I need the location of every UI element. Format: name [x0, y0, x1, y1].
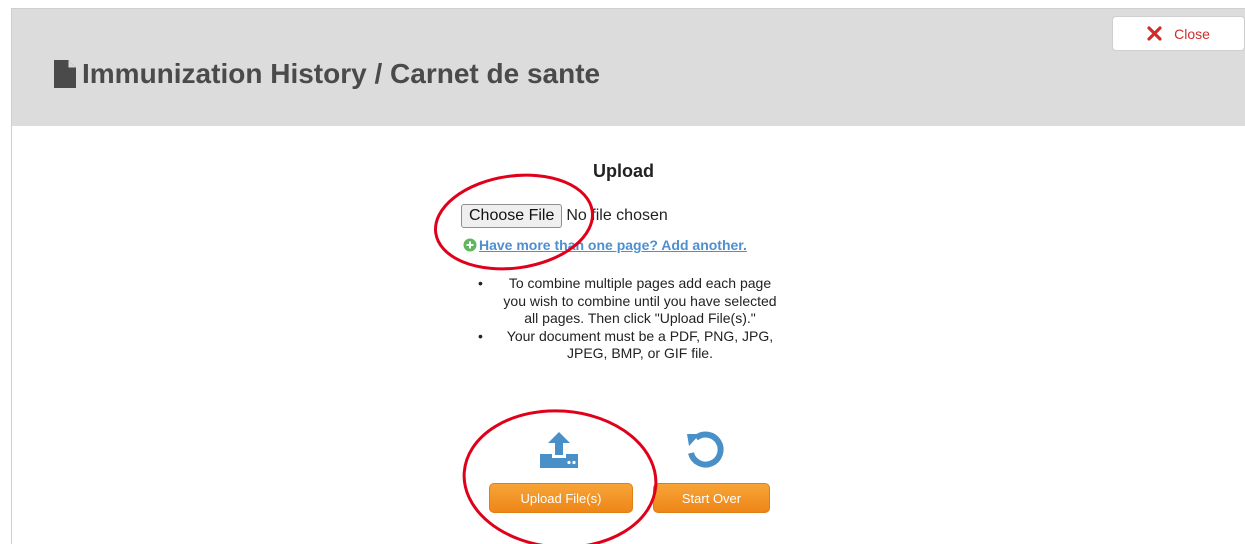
dialog-title: Immunization History / Carnet de sante — [54, 56, 600, 92]
file-input[interactable]: Choose File No file chosen — [461, 204, 668, 228]
plus-circle-icon — [463, 238, 477, 252]
immunization-dialog: Immunization History / Carnet de sante C… — [11, 8, 1245, 544]
dialog-title-text: Immunization History / Carnet de sante — [82, 58, 601, 89]
close-button[interactable]: Close — [1112, 16, 1245, 51]
close-label: Close — [1174, 25, 1210, 42]
instruction-item: To combine multiple pages add each page … — [462, 275, 782, 328]
document-icon — [54, 60, 76, 88]
file-status-text: No file chosen — [566, 207, 668, 224]
choose-file-button[interactable]: Choose File — [461, 204, 563, 228]
upload-icon[interactable] — [537, 428, 581, 472]
close-x-icon — [1147, 26, 1162, 41]
upload-instructions: To combine multiple pages add each page … — [462, 275, 782, 363]
start-over-button[interactable]: Start Over — [653, 483, 770, 513]
dialog-header: Immunization History / Carnet de sante C… — [12, 9, 1245, 126]
add-another-page-link[interactable]: Have more than one page? Add another. — [463, 237, 747, 253]
upload-heading: Upload — [593, 161, 654, 181]
upload-files-button[interactable]: Upload File(s) — [489, 483, 633, 513]
instruction-item: Your document must be a PDF, PNG, JPG, J… — [462, 328, 782, 363]
add-another-label: Have more than one page? Add another. — [479, 237, 747, 253]
restart-icon[interactable] — [683, 428, 727, 472]
